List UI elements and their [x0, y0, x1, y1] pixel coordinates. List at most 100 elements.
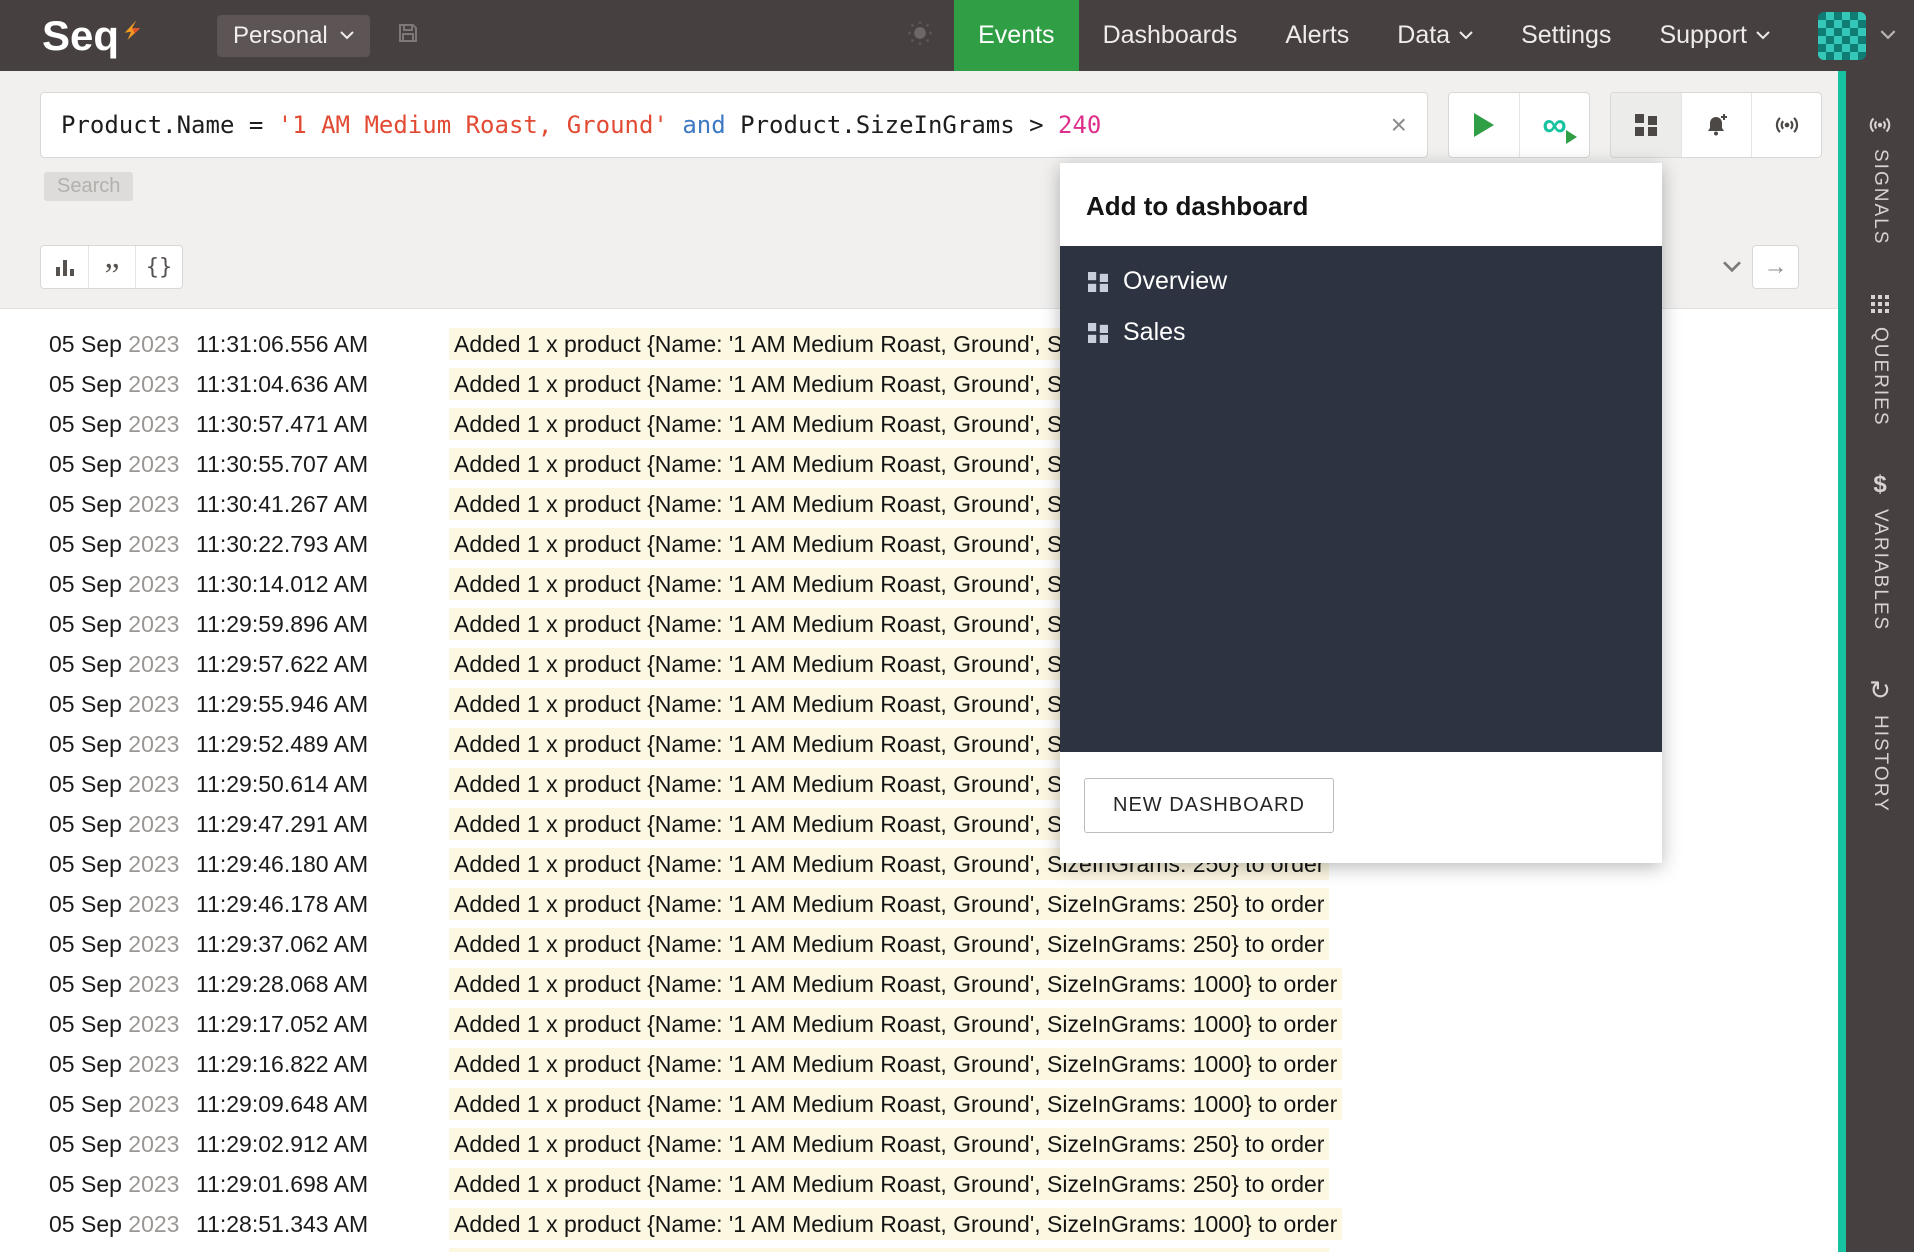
event-date: 05 Sep 2023: [49, 1011, 196, 1038]
nav-item-events[interactable]: Events: [954, 0, 1078, 71]
dashboard-item-overview[interactable]: Overview: [1060, 256, 1662, 307]
event-year: 2023: [128, 331, 179, 357]
grid-dots-icon: [1868, 291, 1892, 315]
event-date: 05 Sep 2023: [49, 451, 196, 478]
add-to-dashboard-button[interactable]: [1611, 93, 1681, 157]
sidebar-item-queries[interactable]: QUERIES: [1868, 291, 1892, 427]
event-year: 2023: [128, 1211, 179, 1237]
query-input[interactable]: Product.Name = '1 AM Medium Roast, Groun…: [40, 92, 1428, 158]
nav-label: Dashboards: [1103, 21, 1238, 50]
event-time: 11:29:50.614 AM: [196, 771, 449, 798]
event-date: 05 Sep 2023: [49, 571, 196, 598]
chevron-down-icon: [1459, 31, 1473, 40]
event-year: 2023: [128, 1091, 179, 1117]
event-row[interactable]: 05 Sep 2023 11:29:02.912 AM Added 1 x pr…: [0, 1124, 1838, 1164]
event-year: 2023: [128, 971, 179, 997]
right-sidebar: SIGNALS QUERIES $ VARIABLES ↻ HISTORY: [1838, 71, 1914, 1252]
clear-query-button[interactable]: ×: [1391, 111, 1407, 139]
event-row[interactable]: 05 Sep 2023 11:29:46.178 AM Added 1 x pr…: [0, 884, 1838, 924]
query-token-keyword: and: [668, 111, 740, 139]
tail-stream-button[interactable]: ∞: [1519, 93, 1589, 157]
user-avatar[interactable]: [1818, 12, 1866, 60]
chart-view-button[interactable]: [41, 246, 88, 288]
dashboard-grid-icon: [1088, 323, 1108, 343]
run-query-button[interactable]: [1449, 93, 1519, 157]
new-dashboard-button[interactable]: NEW DASHBOARD: [1084, 778, 1334, 833]
event-time: 11:30:41.267 AM: [196, 491, 449, 518]
event-time: 11:29:01.698 AM: [196, 1171, 449, 1198]
expand-chevron-button[interactable]: [1722, 261, 1742, 273]
activity-indicator-icon[interactable]: [906, 19, 934, 52]
go-button[interactable]: →: [1752, 245, 1799, 289]
app-logo: Seq: [0, 0, 141, 71]
user-menu-chevron-icon[interactable]: [1880, 27, 1896, 45]
nav-item-support[interactable]: Support: [1635, 0, 1794, 71]
event-date: 05 Sep 2023: [49, 491, 196, 518]
nav-label: Alerts: [1285, 21, 1349, 50]
logo-spark-icon: [123, 3, 141, 51]
nav-item-dashboards[interactable]: Dashboards: [1079, 0, 1262, 71]
nav-item-alerts[interactable]: Alerts: [1261, 0, 1373, 71]
event-date: 05 Sep 2023: [49, 1051, 196, 1078]
menu-title: Add to dashboard: [1060, 163, 1662, 246]
top-bar: Seq Personal Events Dashboards Alerts Da…: [0, 0, 1914, 71]
event-message: Added 1 x product {Name: '1 AM Medium Ro…: [449, 1011, 1342, 1038]
event-row[interactable]: 05 Sep 2023 11:28:44.902 AM Added 1 x pr…: [0, 1244, 1838, 1252]
event-message: Added 1 x product {Name: '1 AM Medium Ro…: [449, 891, 1329, 918]
sidebar-item-variables[interactable]: $ VARIABLES: [1869, 473, 1891, 631]
search-chip[interactable]: Search: [44, 172, 133, 201]
main-nav: Events Dashboards Alerts Data Settings S…: [954, 0, 1794, 71]
event-row[interactable]: 05 Sep 2023 11:29:01.698 AM Added 1 x pr…: [0, 1164, 1838, 1204]
event-time: 11:29:02.912 AM: [196, 1131, 449, 1158]
event-time: 11:31:06.556 AM: [196, 331, 449, 358]
bar-chart-icon: [54, 256, 76, 278]
event-year: 2023: [128, 851, 179, 877]
event-row[interactable]: 05 Sep 2023 11:29:17.052 AM Added 1 x pr…: [0, 1004, 1838, 1044]
sidebar-item-history[interactable]: ↻ HISTORY: [1869, 677, 1891, 813]
nav-label: Data: [1397, 21, 1450, 50]
event-date: 05 Sep 2023: [49, 331, 196, 358]
workspace-selector[interactable]: Personal: [217, 15, 370, 57]
create-signal-button[interactable]: [1751, 93, 1821, 157]
event-time: 11:29:17.052 AM: [196, 1011, 449, 1038]
sidebar-label: QUERIES: [1869, 327, 1891, 427]
query-token-string: '1 AM Medium Roast, Ground': [278, 111, 668, 139]
save-icon[interactable]: [396, 21, 420, 50]
event-date: 05 Sep 2023: [49, 931, 196, 958]
event-year: 2023: [128, 811, 179, 837]
create-alert-button[interactable]: [1681, 93, 1751, 157]
event-row[interactable]: 05 Sep 2023 11:29:16.822 AM Added 1 x pr…: [0, 1044, 1838, 1084]
event-row[interactable]: 05 Sep 2023 11:29:28.068 AM Added 1 x pr…: [0, 964, 1838, 1004]
event-date: 05 Sep 2023: [49, 611, 196, 638]
nav-item-data[interactable]: Data: [1373, 0, 1497, 71]
dashboard-item-label: Overview: [1123, 267, 1227, 296]
dollar-icon: $: [1873, 473, 1886, 497]
event-time: 11:29:52.489 AM: [196, 731, 449, 758]
dashboard-item-sales[interactable]: Sales: [1060, 307, 1662, 358]
event-date: 05 Sep 2023: [49, 651, 196, 678]
dashboard-item-label: Sales: [1123, 318, 1186, 347]
sidebar-item-signals[interactable]: SIGNALS: [1868, 113, 1892, 245]
nav-item-settings[interactable]: Settings: [1497, 0, 1635, 71]
dashboard-grid-icon: [1635, 114, 1657, 136]
event-message: Added 1 x product {Name: '1 AM Medium Ro…: [449, 1051, 1342, 1078]
event-row[interactable]: 05 Sep 2023 11:29:09.648 AM Added 1 x pr…: [0, 1084, 1838, 1124]
query-token-plain: Product.SizeInGrams >: [740, 111, 1058, 139]
event-date: 05 Sep 2023: [49, 971, 196, 998]
event-time: 11:30:55.707 AM: [196, 451, 449, 478]
event-year: 2023: [128, 771, 179, 797]
event-date: 05 Sep 2023: [49, 371, 196, 398]
event-date: 05 Sep 2023: [49, 851, 196, 878]
view-toggle-row: ” {}: [40, 245, 183, 289]
event-year: 2023: [128, 891, 179, 917]
event-date: 05 Sep 2023: [49, 411, 196, 438]
event-row[interactable]: 05 Sep 2023 11:28:51.343 AM Added 1 x pr…: [0, 1204, 1838, 1244]
json-view-button[interactable]: {}: [135, 246, 182, 288]
nav-label: Support: [1659, 21, 1747, 50]
event-time: 11:29:46.178 AM: [196, 891, 449, 918]
event-row[interactable]: 05 Sep 2023 11:29:37.062 AM Added 1 x pr…: [0, 924, 1838, 964]
chevron-down-icon: [1756, 31, 1770, 40]
text-view-button[interactable]: ”: [88, 246, 135, 288]
event-year: 2023: [128, 931, 179, 957]
event-date: 05 Sep 2023: [49, 1091, 196, 1118]
